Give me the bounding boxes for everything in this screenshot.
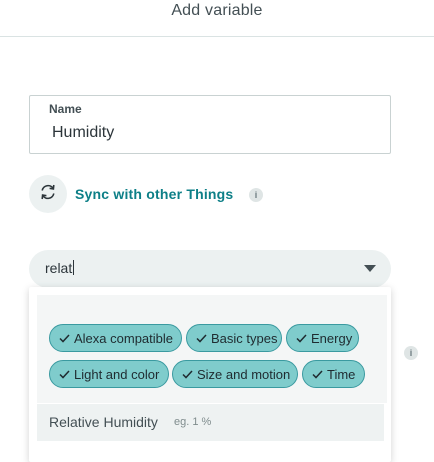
name-field[interactable]: Name Humidity [29,95,391,154]
filter-chip-energy[interactable]: Energy [286,324,359,352]
filter-chip-panel: Alexa compatible Basic types Energy Ligh… [37,295,387,403]
dialog-header: Add variable [0,0,434,37]
filter-chip-basic-types[interactable]: Basic types [186,324,282,352]
check-icon [296,333,307,343]
suggestion-item-relative-humidity[interactable]: Relative Humidity eg. 1 % [37,404,384,441]
sync-icon [38,182,58,207]
info-icon[interactable]: i [404,346,418,360]
check-icon [312,369,323,379]
variable-type-select[interactable]: relat [29,250,391,288]
variable-type-search-input[interactable]: relat [45,260,75,276]
filter-chip-alexa-compatible[interactable]: Alexa compatible [49,324,182,352]
filter-chip-time[interactable]: Time [302,360,365,388]
filter-chip-label: Time [327,366,356,382]
suggestion-example: eg. 1 % [174,416,212,428]
filter-chip-label: Size and motion [197,366,291,382]
filter-chip-size-and-motion[interactable]: Size and motion [172,360,298,388]
filter-chip-label: Basic types [211,330,278,346]
check-icon [196,333,207,343]
name-field-value[interactable]: Humidity [52,124,114,142]
suggestion-label: Relative Humidity [49,414,158,430]
variable-type-dropdown: Alexa compatible Basic types Energy Ligh… [29,287,391,462]
info-icon[interactable]: i [249,188,263,202]
dialog-title: Add variable [171,2,263,19]
check-icon [59,369,70,379]
filter-chip-label: Alexa compatible [74,330,173,346]
sync-button[interactable] [29,175,67,213]
filter-chip-label: Energy [311,330,353,346]
filter-chip-label: Light and color [74,366,160,382]
text-cursor [73,260,75,275]
name-field-label: Name [49,102,82,116]
check-icon [182,369,193,379]
filter-chip-light-and-color[interactable]: Light and color [49,360,169,388]
check-icon [59,333,70,343]
sync-with-things-link[interactable]: Sync with other Things [75,186,233,202]
chevron-down-icon[interactable] [364,265,376,272]
